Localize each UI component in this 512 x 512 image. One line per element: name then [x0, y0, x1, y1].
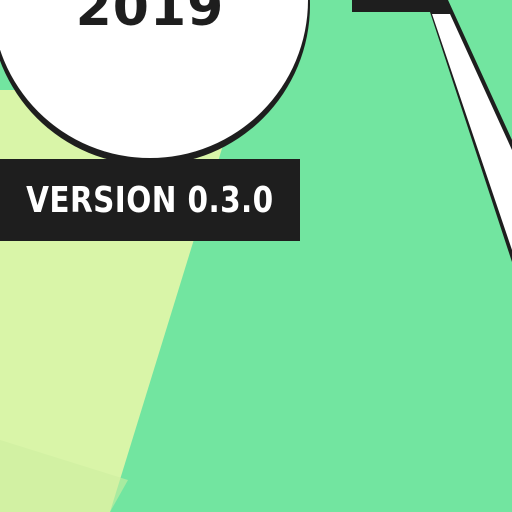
version-text: VERSION 0.3.0 — [26, 179, 274, 221]
cover-artwork: 2019 VERSION 0.3.0 — [0, 0, 512, 512]
background-shapes — [0, 0, 512, 512]
year-label: 2019 — [75, 0, 225, 38]
version-badge: VERSION 0.3.0 — [0, 159, 300, 241]
